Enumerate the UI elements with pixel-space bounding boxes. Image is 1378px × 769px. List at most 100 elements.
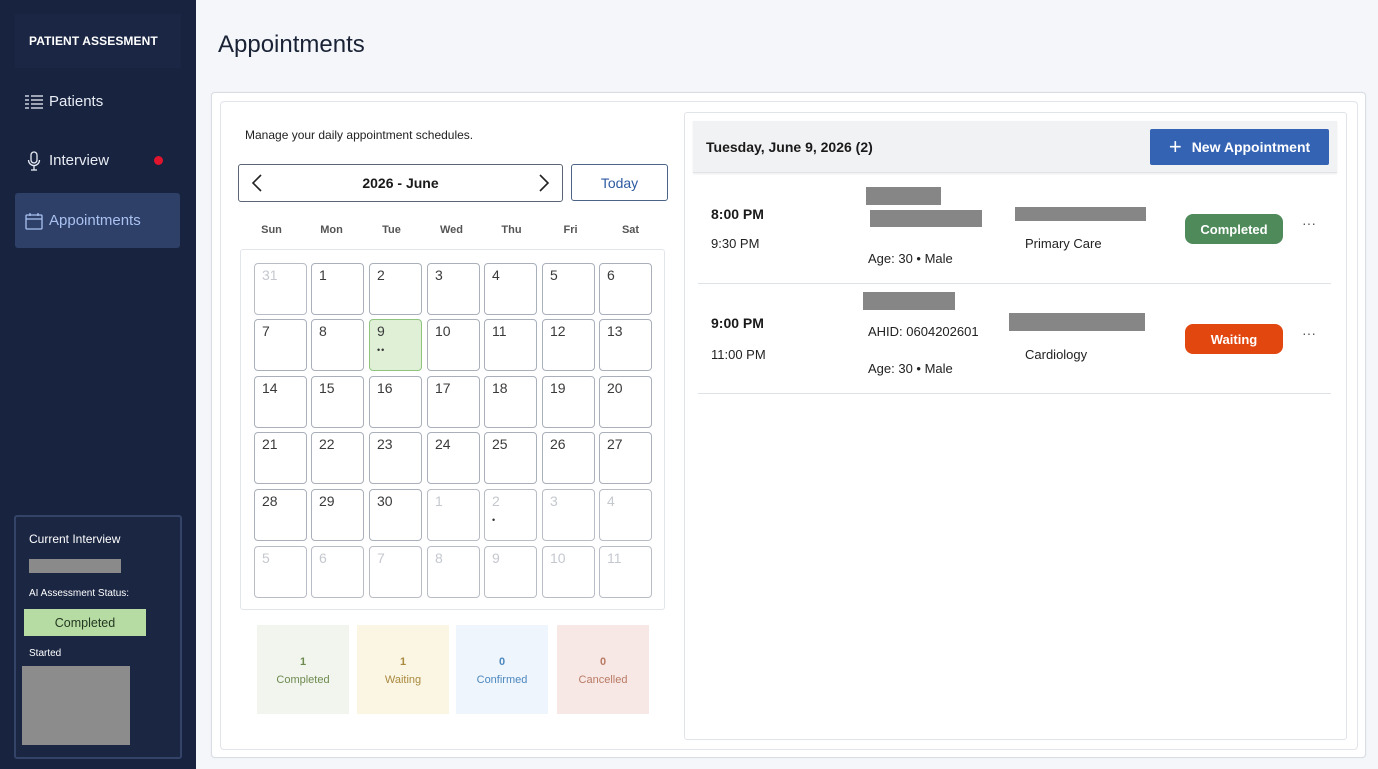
appointment-row[interactable]: 8:00 PM 9:30 PM Age: 30 • Male Primary C… (698, 175, 1331, 284)
calendar-day[interactable]: 14 (254, 376, 307, 428)
calendar-day[interactable]: 6 (311, 546, 364, 598)
calendar-day[interactable]: 21 (254, 432, 307, 484)
day-number: 7 (377, 550, 385, 566)
more-options-icon[interactable]: ··· (1302, 215, 1316, 231)
weekday-label: Wed (439, 224, 464, 236)
calendar-day[interactable]: 8 (427, 546, 480, 598)
stat-label: Waiting (384, 674, 422, 686)
day-number: 30 (377, 493, 393, 509)
day-number: 4 (492, 267, 500, 283)
calendar-day[interactable]: 5 (254, 546, 307, 598)
calendar-day[interactable]: 13 (599, 319, 652, 371)
assessment-status-label: AI Assessment Status: (29, 588, 130, 599)
day-number: 18 (492, 380, 508, 396)
current-interview-title: Current Interview (29, 532, 121, 546)
day-number: 19 (550, 380, 566, 396)
appointment-row[interactable]: 9:00 PM 11:00 PM AHID: 0604202601 Age: 3… (698, 284, 1331, 394)
new-appointment-button[interactable]: + New Appointment (1150, 129, 1329, 165)
calendar-day[interactable]: 7 (254, 319, 307, 371)
status-badge[interactable]: Completed (1185, 214, 1283, 244)
calendar-day[interactable]: 10 (427, 319, 480, 371)
weekday-label: Sun (261, 224, 282, 236)
sidebar: PATIENT ASSESMENT Patients Interview App… (0, 0, 196, 769)
stat-label: Cancelled (578, 674, 628, 686)
calendar-day[interactable]: 17 (427, 376, 480, 428)
day-number: 6 (319, 550, 327, 566)
calendar-day[interactable]: 6 (599, 263, 652, 315)
calendar-day[interactable]: 2 • (484, 489, 537, 541)
day-number: 16 (377, 380, 393, 396)
calendar-day[interactable]: 7 (369, 546, 422, 598)
day-number: 25 (492, 436, 508, 452)
day-number: 1 (319, 267, 327, 283)
stat-count: 1 (299, 656, 307, 668)
calendar-day[interactable]: 28 (254, 489, 307, 541)
calendar-day[interactable]: 22 (311, 432, 364, 484)
calendar-day[interactable]: 3 (542, 489, 595, 541)
calendar-day[interactable]: 24 (427, 432, 480, 484)
chevron-right-icon[interactable] (534, 173, 554, 193)
day-number: 1 (435, 493, 443, 509)
day-number: 26 (550, 436, 566, 452)
chevron-left-icon[interactable] (247, 173, 267, 193)
calendar-day[interactable]: 12 (542, 319, 595, 371)
day-number: 9 (492, 550, 500, 566)
calendar-day[interactable]: 4 (599, 489, 652, 541)
calendar-day[interactable]: 2 (369, 263, 422, 315)
new-appointment-label: New Appointment (1191, 139, 1311, 155)
calendar-day[interactable]: 8 (311, 319, 364, 371)
sidebar-item-appointments[interactable]: Appointments (15, 193, 180, 248)
calendar-day[interactable]: 3 (427, 263, 480, 315)
day-number: 11 (607, 550, 622, 566)
calendar-day[interactable]: 18 (484, 376, 537, 428)
assessment-status-badge: Completed (24, 609, 146, 636)
stat-count: 1 (399, 656, 407, 668)
calendar-day-selected[interactable]: 9 •• (369, 319, 422, 371)
stat-card-confirmed: 0 Confirmed (456, 625, 548, 714)
calendar-day[interactable]: 11 (599, 546, 652, 598)
day-number: 20 (607, 380, 623, 396)
calendar-day[interactable]: 5 (542, 263, 595, 315)
calendar-day[interactable]: 26 (542, 432, 595, 484)
calendar-day[interactable]: 19 (542, 376, 595, 428)
calendar-day[interactable]: 29 (311, 489, 364, 541)
sidebar-item-label: Interview (49, 152, 110, 169)
calendar-icon (23, 210, 45, 232)
stat-label: Completed (276, 674, 330, 686)
sidebar-item-label: Appointments (49, 212, 141, 229)
appointment-department: Cardiology (1025, 347, 1088, 362)
calendar-day[interactable]: 11 (484, 319, 537, 371)
appointment-dots: • (492, 515, 497, 525)
sidebar-item-interview[interactable]: Interview (15, 133, 180, 188)
status-badge[interactable]: Waiting (1185, 324, 1283, 354)
day-number: 3 (550, 493, 558, 509)
stat-card-waiting: 1 Waiting (357, 625, 449, 714)
today-button[interactable]: Today (571, 164, 668, 201)
calendar-day[interactable]: 1 (311, 263, 364, 315)
more-options-icon[interactable]: ··· (1302, 325, 1316, 341)
calendar-day[interactable]: 16 (369, 376, 422, 428)
calendar-day[interactable]: 9 (484, 546, 537, 598)
redacted-provider (1015, 207, 1146, 221)
appointment-department: Primary Care (1025, 236, 1102, 251)
patient-age-gender: Age: 30 • Male (868, 251, 953, 266)
patient-ahid: AHID: 0604202601 (868, 324, 979, 339)
calendar-day[interactable]: 23 (369, 432, 422, 484)
calendar-day[interactable]: 20 (599, 376, 652, 428)
weekday-label: Tue (382, 224, 401, 236)
redacted-patient-id (870, 210, 982, 227)
sidebar-item-patients[interactable]: Patients (15, 74, 180, 129)
day-number: 29 (319, 493, 335, 509)
calendar-day[interactable]: 1 (427, 489, 480, 541)
calendar-day[interactable]: 30 (369, 489, 422, 541)
sidebar-item-label: Patients (49, 93, 104, 110)
calendar-day[interactable]: 10 (542, 546, 595, 598)
calendar-day[interactable]: 27 (599, 432, 652, 484)
day-number: 5 (262, 550, 270, 566)
day-number: 23 (377, 436, 393, 452)
redacted-patient-name (866, 187, 941, 205)
calendar-day[interactable]: 4 (484, 263, 537, 315)
calendar-day[interactable]: 31 (254, 263, 307, 315)
calendar-day[interactable]: 15 (311, 376, 364, 428)
calendar-day[interactable]: 25 (484, 432, 537, 484)
